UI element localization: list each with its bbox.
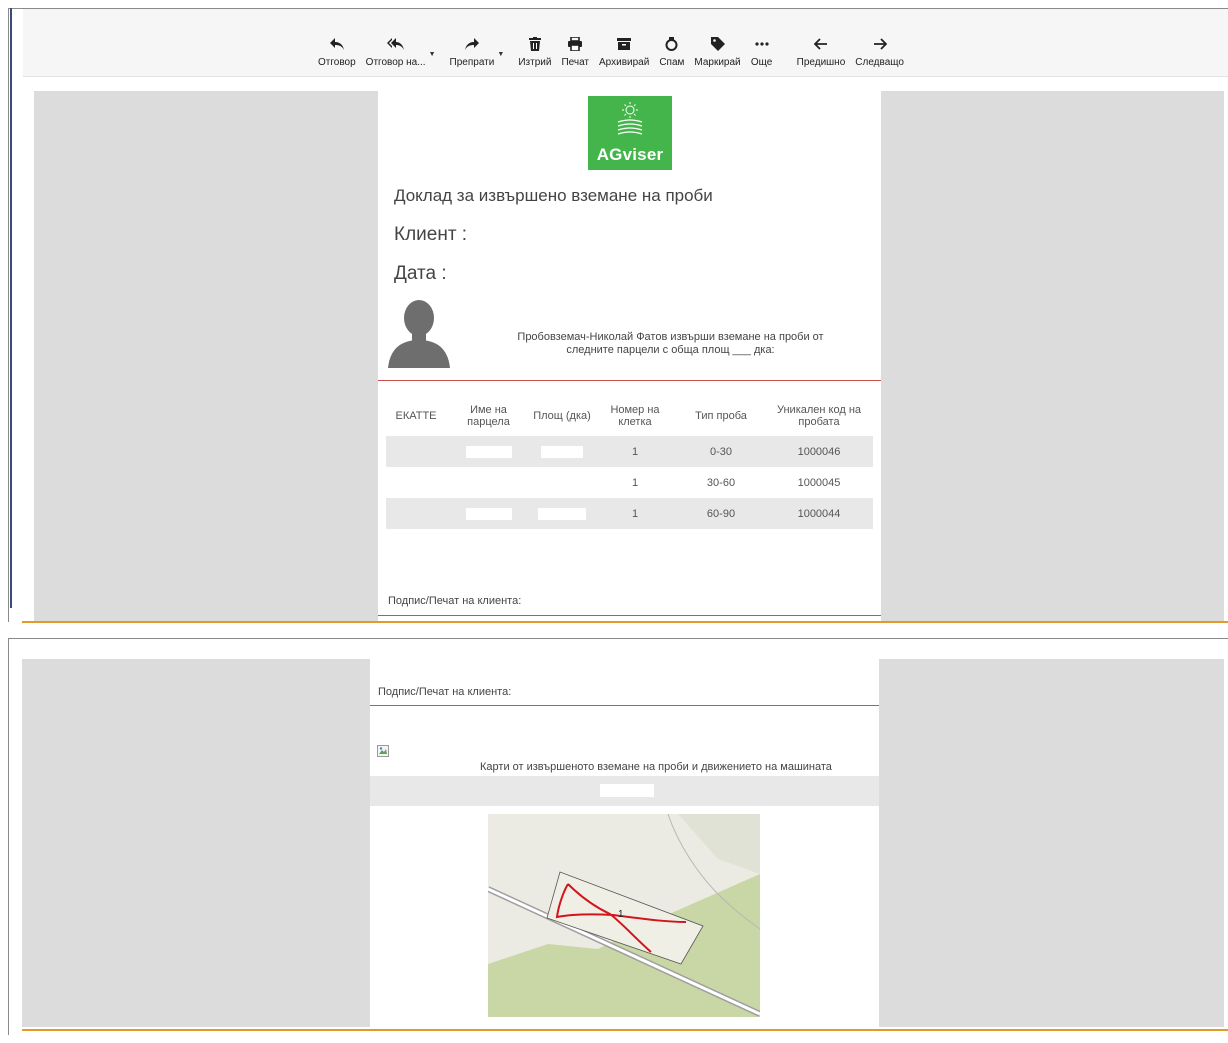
redacted-value xyxy=(541,445,583,458)
reply-label: Отговор xyxy=(318,57,356,68)
previous-label: Предишно xyxy=(796,57,846,68)
broken-image-icon xyxy=(377,745,389,757)
report-title: Доклад за извършено вземане на проби xyxy=(394,186,713,205)
col-sample-code: Уникален код на пробата xyxy=(776,404,862,428)
cell-area xyxy=(531,467,593,498)
reply-all-icon xyxy=(385,35,407,53)
chevron-down-icon[interactable]: ▼ xyxy=(497,51,504,58)
redacted-value xyxy=(465,445,512,458)
email-body: AGviser Доклад за извършено вземане на п… xyxy=(378,91,881,621)
cell-ekatte xyxy=(386,467,446,498)
forward-icon xyxy=(461,35,483,53)
intro-line-2: следните парцели с обща площ ___ дка: xyxy=(566,344,775,356)
reply-all-button[interactable]: Отговор на... ▼ xyxy=(365,35,436,68)
signature-divider xyxy=(370,705,879,706)
cell-sample-code: 1000044 xyxy=(765,498,873,529)
col-cell-number: Номер на клетка xyxy=(610,404,660,428)
cell-sample-type: 60-90 xyxy=(677,498,765,529)
email-body-continued: Подпис/Печат на клиента: Карти от извърш… xyxy=(370,659,879,1027)
cell-parcel-name xyxy=(446,467,531,498)
chevron-down-icon[interactable]: ▼ xyxy=(429,51,436,58)
avatar xyxy=(388,300,450,368)
spam-label: Спам xyxy=(659,57,685,68)
table-row: 1 0-30 1000046 xyxy=(386,436,873,467)
client-label: Клиент : xyxy=(394,224,468,245)
redacted-value xyxy=(538,507,586,520)
more-icon xyxy=(751,35,773,53)
map-cell-label: 1 xyxy=(618,909,624,920)
redacted-value xyxy=(465,507,512,520)
message-toolbar: Отговор Отговор на... ▼ Препрати ▼ Изтри… xyxy=(23,9,1228,77)
signature-label: Подпис/Печат на клиента: xyxy=(378,686,512,698)
cell-sample-code: 1000045 xyxy=(797,476,841,489)
forward-button[interactable]: Препрати ▼ xyxy=(449,35,504,68)
parcels-table: ЕКАТТЕ Име на парцела Площ (дка) Номер н… xyxy=(386,396,873,529)
reply-button[interactable]: Отговор xyxy=(318,35,356,68)
archive-icon xyxy=(613,35,635,53)
date-label: Дата : xyxy=(394,263,447,284)
cell-sample-code: 1000046 xyxy=(765,436,873,467)
tag-label: Маркирай xyxy=(694,57,741,68)
archive-label: Архивирай xyxy=(599,57,650,68)
tag-icon xyxy=(707,35,729,53)
reply-all-label: Отговор на... xyxy=(365,57,426,68)
field-sun-icon xyxy=(617,102,643,135)
next-label: Следващо xyxy=(855,57,904,68)
table-header-row: ЕКАТТЕ Име на парцела Площ (дка) Номер н… xyxy=(386,396,873,436)
cell-cell-number: 1 xyxy=(593,498,677,529)
col-sample-type: Тип проба xyxy=(695,410,747,422)
intro-line-1: Пробовземач-Николай Фатов извърши вземан… xyxy=(517,331,824,343)
cell-parcel-name xyxy=(446,436,531,467)
col-ekatte: ЕКАТТЕ xyxy=(395,410,437,422)
cell-ekatte xyxy=(386,436,446,467)
cell-cell-number: 1 xyxy=(593,436,677,467)
redacted-value xyxy=(600,784,654,797)
next-button[interactable]: Следващо xyxy=(855,35,904,68)
cell-sample-type: 30-60 xyxy=(706,476,736,489)
signature-label: Подпис/Печат на клиента: xyxy=(388,595,522,607)
arrow-right-icon xyxy=(869,35,891,53)
map-caption-band xyxy=(370,776,879,806)
more-button[interactable]: Още xyxy=(751,35,773,68)
print-button[interactable]: Печат xyxy=(561,35,589,68)
reply-icon xyxy=(326,35,348,53)
logo-text: AGviser xyxy=(596,145,664,164)
cell-area xyxy=(531,498,593,529)
spam-button[interactable]: Спам xyxy=(659,35,684,68)
cell-ekatte xyxy=(386,498,446,529)
page-separator xyxy=(22,621,1228,623)
arrow-left-icon xyxy=(810,35,832,53)
panel-left-edge xyxy=(10,8,12,608)
more-label: Още xyxy=(750,57,773,68)
delete-label: Изтрий xyxy=(518,57,552,68)
cell-sample-type: 0-30 xyxy=(677,436,765,467)
cell-parcel-name xyxy=(446,498,531,529)
map-image: 1 xyxy=(488,814,760,1017)
intro-text: Пробовземач-Николай Фатов извърши вземан… xyxy=(498,331,843,357)
agviser-logo: AGviser xyxy=(588,96,672,170)
print-label: Печат xyxy=(561,57,589,68)
col-area: Площ (дка) xyxy=(533,410,591,422)
archive-button[interactable]: Архивирай xyxy=(599,35,649,68)
table-row: 1 60-90 1000044 xyxy=(386,498,873,529)
section-divider xyxy=(378,380,881,381)
trash-icon xyxy=(524,35,546,53)
page-separator xyxy=(22,1029,1228,1031)
previous-button[interactable]: Предишно xyxy=(796,35,846,68)
sampling-map: 1 xyxy=(488,814,760,1017)
maps-title: Карти от извършеното вземане на проби и … xyxy=(480,761,832,773)
col-parcel-name: Име на парцела xyxy=(467,404,510,428)
cell-area xyxy=(531,436,593,467)
cell-cell-number: 1 xyxy=(631,476,639,489)
forward-label: Препрати xyxy=(449,57,495,68)
delete-button[interactable]: Изтрий xyxy=(518,35,551,68)
signature-divider xyxy=(378,615,881,616)
spam-icon xyxy=(661,35,683,53)
tag-button[interactable]: Маркирай xyxy=(694,35,741,68)
print-icon xyxy=(564,35,586,53)
table-row: 1 30-60 1000045 xyxy=(386,467,873,498)
